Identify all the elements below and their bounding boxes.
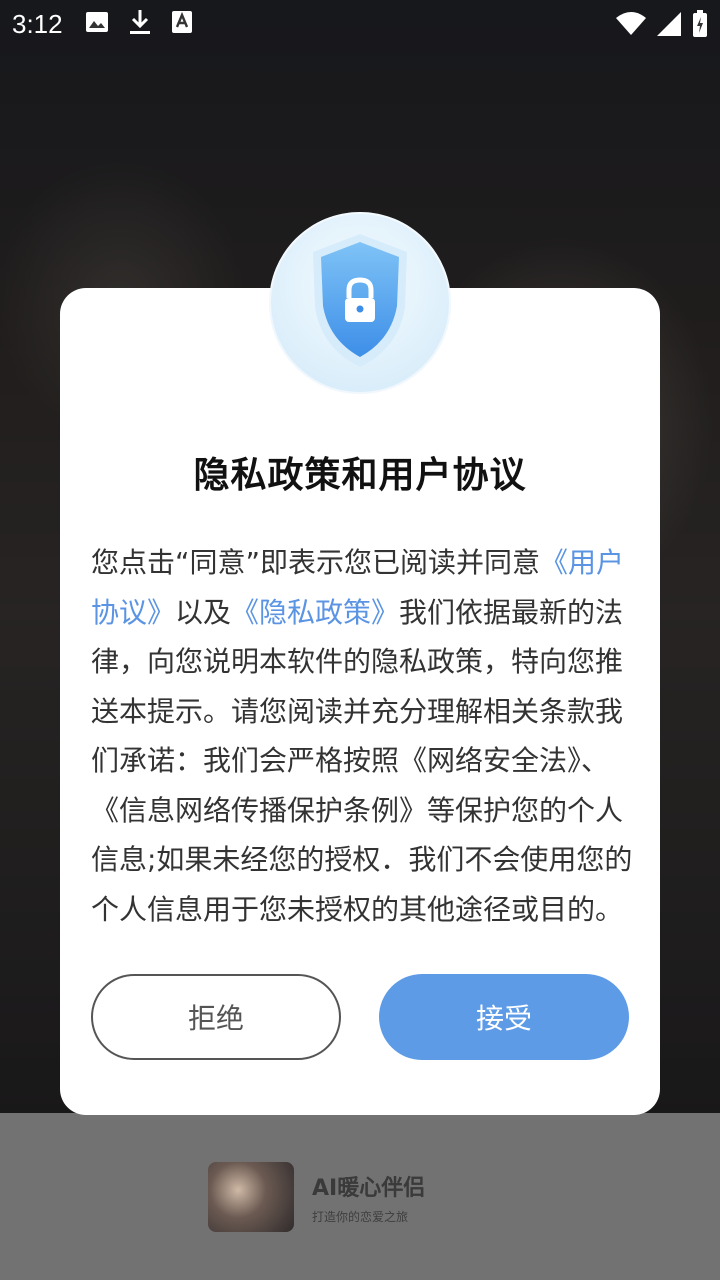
font-icon <box>171 10 193 38</box>
content-text-2: 以及 <box>175 595 232 629</box>
status-bar: 3:12 <box>0 0 720 48</box>
dialog-content: 您点击“同意”即表示您已阅读并同意《用户协议》以及《隐私政策》我们依据最新的法律… <box>91 538 636 934</box>
download-icon <box>129 9 151 39</box>
reject-button[interactable]: 拒绝 <box>91 974 341 1060</box>
signal-icon <box>656 11 682 41</box>
content-text-1: 您点击“同意”即表示您已阅读并同意 <box>91 546 541 579</box>
privacy-policy-link[interactable]: 《隐私政策》 <box>231 596 399 629</box>
shield-lock-icon <box>269 212 451 394</box>
wifi-icon <box>616 12 646 40</box>
accept-button[interactable]: 接受 <box>379 974 629 1060</box>
app-slogan: 打造你的恋爱之旅 <box>312 1209 409 1224</box>
content-text-3: 我们依据最新的法律，向您说明本软件的隐私政策，特向您推送本提示。请您阅读并充分理… <box>91 595 633 926</box>
battery-icon <box>692 10 708 42</box>
app-name: AI暖心伴侣 <box>312 1175 426 1201</box>
dialog-title: 隐私政策和用户协议 <box>193 455 527 496</box>
status-time: 3:12 <box>12 8 63 39</box>
app-brand: AI暖心伴侣 打造你的恋爱之旅 <box>208 1162 425 1232</box>
image-icon <box>85 11 109 37</box>
privacy-dialog: 隐私政策和用户协议 您点击“同意”即表示您已阅读并同意《用户协议》以及《隐私政策… <box>60 288 660 1115</box>
dialog-content-scroll[interactable]: 您点击“同意”即表示您已阅读并同意《用户协议》以及《隐私政策》我们依据最新的法律… <box>91 538 636 944</box>
app-logo <box>208 1162 294 1232</box>
